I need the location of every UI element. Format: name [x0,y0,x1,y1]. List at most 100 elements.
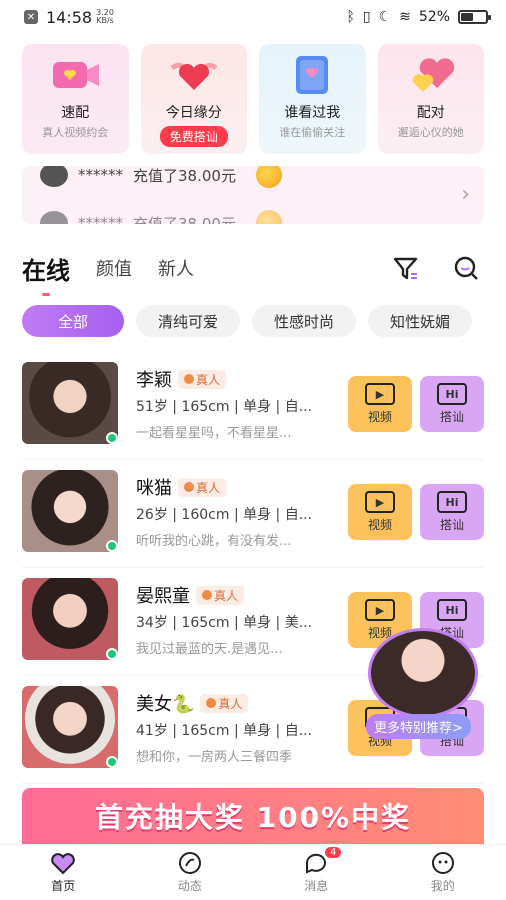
chip-elegant[interactable]: 知性妩媚 [368,305,473,337]
list-item[interactable]: 咪猫 真人 26岁 | 160cm | 单身 | 自... 听听我的心跳，有没有… [22,460,484,568]
user-photo[interactable] [22,470,118,552]
recharge-ticker[interactable]: ****** 充值了38.00元 ****** 充值了38.00元 › [22,166,484,224]
category-chips: 全部 清纯可爱 性感时尚 知性妩媚 [22,305,506,337]
notification-x-icon: ✕ [24,10,38,24]
nav-profile[interactable]: 我的 [380,845,506,900]
avatar [40,211,68,224]
filter-icon[interactable] [392,254,420,282]
winged-heart-icon [168,54,220,96]
video-camera-icon: ▶ [365,599,395,621]
battery-icon [458,10,491,24]
battery-level [461,13,474,21]
chip-all[interactable]: 全部 [22,305,125,337]
promo-banner[interactable]: 首充抽大奖 100%中奖 [22,788,484,844]
user-photo[interactable] [22,578,118,660]
nav-label: 消息 [304,879,329,893]
feature-pairing[interactable]: 配对 邂逅心仪的她 [377,44,484,154]
greet-button[interactable]: Hi 搭讪 [420,376,484,432]
nav-moments[interactable]: 动态 [127,845,254,900]
network-speed: 3.20 KB/s [96,9,114,25]
chip-pure-cute[interactable]: 清纯可爱 [136,305,241,337]
video-call-button[interactable]: ▶ 视频 [348,376,412,432]
feature-who-viewed-me[interactable]: 谁看过我 谁在偷偷关注 [259,44,366,154]
user-name: 李颖 [136,370,172,391]
home-heart-icon [51,853,76,875]
greet-button[interactable]: Hi 搭讪 [420,484,484,540]
feature-speed-match[interactable]: 速配 真人视频约会 [22,44,129,154]
ticker-text: 充值了38.00元 [133,214,236,225]
video-call-button[interactable]: ▶ 视频 [348,484,412,540]
free-chat-button[interactable]: 免费搭讪 [159,126,228,147]
verified-icon [184,482,194,492]
video-heart-icon [49,54,101,96]
more-recommendations-button[interactable]: 更多特别推荐> [366,714,471,739]
verified-badge: 真人 [178,369,227,389]
verified-badge: 真人 [200,693,249,713]
eye-book-icon [286,54,338,96]
online-dot [106,540,118,552]
video-camera-icon: ▶ [365,383,395,405]
bluetooth-icon: ᛒ [346,9,355,25]
hi-bubble-icon: Hi [437,599,467,621]
greet-label: 搭讪 [439,518,464,532]
user-bio: 想和你，一房两人三餐四季 [136,750,293,765]
feature-title: 配对 [416,105,445,121]
user-meta: 34岁 | 165cm | 单身 | 美... [136,615,313,631]
recommended-user-photo[interactable] [368,628,478,718]
ticker-user: ****** [78,166,123,184]
user-name-row: 李颖 真人 [136,366,227,392]
verified-badge: 真人 [178,477,227,497]
promo-banner-text: 首充抽大奖 100%中奖 [94,801,412,834]
verified-label: 真人 [196,480,221,495]
nav-messages[interactable]: 4 消息 [253,845,380,900]
nav-label: 首页 [51,879,76,893]
online-dot [106,648,118,660]
tab-looks[interactable]: 颜值 [96,255,132,281]
verified-icon [184,374,194,384]
double-heart-icon [405,54,457,96]
hi-bubble-icon: Hi [437,491,467,513]
list-item[interactable]: 李颖 真人 51岁 | 165cm | 单身 | 自... 一起看星星吗，不看星… [22,352,484,460]
user-bio: 听听我的心跳，有没有发... [136,534,292,549]
user-name: 晏熙童 [136,586,190,607]
feature-cards: 速配 真人视频约会 今日缘分 免费搭讪 谁看过我 谁在偷偷关注 配对 邂逅心仪的… [22,44,484,154]
verified-badge: 真人 [196,585,245,605]
user-photo[interactable] [22,362,118,444]
nav-home[interactable]: 首页 [0,845,127,900]
feature-subtitle: 真人视频约会 [42,126,109,139]
greet-label: 搭讪 [439,410,464,424]
verified-label: 真人 [218,696,243,711]
verified-icon [206,698,217,708]
tab-online[interactable]: 在线 [22,251,70,296]
floating-recommendation[interactable]: 更多特别推荐> [366,628,486,740]
ticker-text: 充值了38.00元 [133,166,236,185]
video-label: 视频 [367,518,392,532]
user-name: 咪猫 [136,478,172,499]
moon-icon: ☾ [378,9,392,25]
profile-icon [431,852,454,874]
search-icon[interactable] [452,254,480,282]
verified-label: 真人 [214,588,239,603]
user-photo[interactable] [22,686,118,768]
vibrate-icon: ▯ [362,9,371,25]
moments-icon [178,852,201,874]
video-label: 视频 [367,410,392,424]
hi-bubble-icon: Hi [437,383,467,405]
online-dot [106,756,118,768]
verified-label: 真人 [196,372,221,387]
coin-icon [255,166,282,188]
avatar [40,166,68,187]
status-bar: ✕ 14:58 3.20 KB/s ᛒ ▯ ☾ ≋ 52% [0,0,506,34]
network-speed-unit: KB/s [96,16,114,25]
chip-sexy-fashion[interactable]: 性感时尚 [252,305,357,337]
feature-today-fate[interactable]: 今日缘分 免费搭讪 [140,44,247,154]
feature-subtitle: 邂逅心仪的她 [397,126,464,139]
tab-newcomers[interactable]: 新人 [158,255,194,281]
user-name-row: 晏熙童 真人 [136,582,245,608]
user-meta: 26岁 | 160cm | 单身 | 自... [136,507,313,523]
status-icons: ᛒ ▯ ☾ ≋ 52% [346,9,491,25]
ticker-item: ****** 充值了38.00元 [40,210,282,224]
unread-count-badge: 4 [325,847,342,858]
bottom-nav: 首页 动态 4 消息 我的 [0,844,506,900]
chevron-right-icon[interactable]: › [461,182,470,207]
